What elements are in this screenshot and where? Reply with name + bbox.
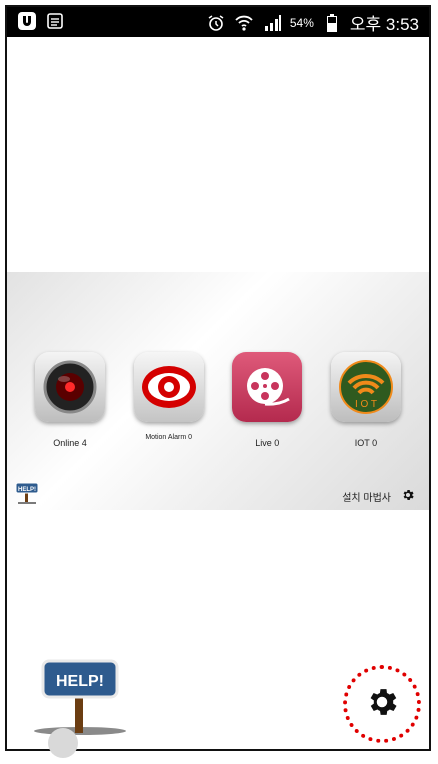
phone-screen: 54% 오후 3:53 Online 4 Motion Alarm 0 Live… <box>5 5 431 751</box>
floating-touch-button[interactable] <box>48 728 78 758</box>
battery-icon <box>322 13 342 33</box>
battery-percent: 54% <box>289 15 314 30</box>
camera-lens-icon[interactable] <box>35 352 105 422</box>
app-u-icon <box>17 11 37 31</box>
gear-icon[interactable] <box>364 684 400 725</box>
iot-wifi-icon[interactable]: I O T <box>330 352 401 422</box>
svg-text:I O T: I O T <box>355 399 377 410</box>
tile-motion-alarm[interactable]: Motion Alarm 0 <box>124 352 214 448</box>
help-small-text: HELP! <box>18 487 36 493</box>
tile-live-label: Live 0 <box>255 438 280 448</box>
tile-online-label: Online 4 <box>53 438 87 448</box>
eye-icon[interactable] <box>133 352 204 422</box>
help-sign-large[interactable]: HELP! <box>25 659 135 744</box>
film-reel-icon[interactable] <box>232 352 303 422</box>
wifi-icon <box>234 13 254 33</box>
clock-time: 오후 3:53 <box>349 15 419 34</box>
alarm-clock-icon <box>206 13 226 33</box>
notes-icon <box>45 11 65 31</box>
setup-wizard[interactable]: 설치 마법사 <box>342 488 415 505</box>
help-sign-small[interactable]: HELP! <box>15 482 39 509</box>
tile-iot-label: IOT 0 <box>354 438 378 448</box>
dashboard-panel: Online 4 Motion Alarm 0 Live 0 I O T IOT… <box>7 272 429 510</box>
tile-online[interactable]: Online 4 <box>25 352 115 448</box>
tile-live[interactable]: Live 0 <box>222 352 312 448</box>
tile-iot[interactable]: I O T IOT 0 <box>321 352 411 448</box>
setup-wizard-label: 설치 마법사 <box>342 493 391 504</box>
tile-motion-alarm-label: Motion Alarm 0 <box>145 434 192 441</box>
settings-gear-button[interactable] <box>343 665 421 743</box>
signal-icon <box>262 13 282 33</box>
help-big-text: HELP! <box>56 673 104 690</box>
status-bar: 54% 오후 3:53 <box>7 7 429 37</box>
gear-icon[interactable] <box>401 488 415 505</box>
